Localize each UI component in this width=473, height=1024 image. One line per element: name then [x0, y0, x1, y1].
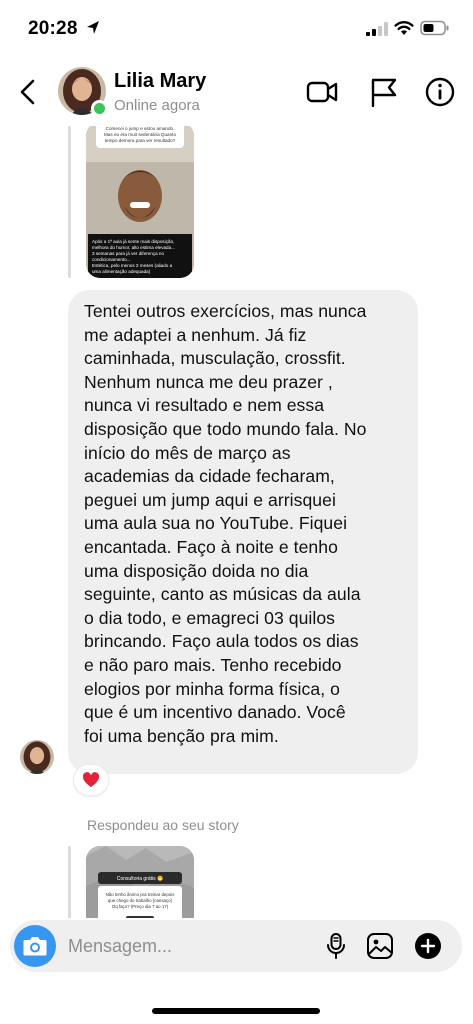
svg-text:Oq faço? (Preço dia 7 ao 17): Oq faço? (Preço dia 7 ao 17) [112, 904, 169, 909]
cellular-signal-icon [366, 22, 388, 36]
story-thumbnail[interactable]: Comecei o jump e estou amando. Mas eu er… [86, 126, 194, 278]
contact-name[interactable]: Lilia Mary [114, 70, 206, 93]
wifi-icon [394, 21, 414, 35]
info-icon[interactable] [424, 76, 456, 108]
back-icon[interactable] [18, 78, 38, 106]
camera-button[interactable] [14, 925, 56, 967]
location-arrow-icon [87, 21, 99, 34]
message-composer [10, 920, 462, 972]
reply-line [68, 846, 71, 918]
video-call-icon[interactable] [306, 76, 338, 108]
svg-text:Consultoria grátis 😁: Consultoria grátis 😁 [117, 875, 164, 882]
heart-icon [82, 772, 100, 787]
add-icon[interactable] [414, 932, 442, 960]
microphone-icon[interactable] [322, 932, 350, 960]
svg-text:que chego do trabalho (cansaço: que chego do trabalho (cansaço) [108, 898, 173, 903]
svg-text:Estética, pelo menos 3 meses (: Estética, pelo menos 3 meses (aliado a [92, 263, 173, 268]
reaction-badge[interactable] [73, 764, 109, 796]
svg-text:3 semanas para já ver diferenç: 3 semanas para já ver diferença no [92, 251, 164, 256]
camera-icon [23, 937, 47, 956]
replied-to-story-label: Respondeu ao seu story [87, 817, 239, 833]
sender-avatar[interactable] [20, 740, 54, 774]
battery-icon [420, 20, 449, 36]
svg-text:Não tenho ânimo pra treinar de: Não tenho ânimo pra treinar depois [106, 892, 176, 897]
message-text: Tentei outros exercícios, mas nunca me a… [84, 301, 367, 746]
status-time: 20:28 [28, 18, 78, 39]
gallery-icon[interactable] [366, 932, 394, 960]
home-indicator [152, 1008, 320, 1014]
svg-text:uma alimentação adequada): uma alimentação adequada) [92, 269, 151, 274]
message-input[interactable] [68, 934, 268, 958]
story-thumbnail[interactable]: Consultoria grátis 😁 Não tenho ânimo pra… [86, 846, 194, 918]
reply-line [68, 126, 71, 278]
svg-text:Mas eu era muit sedentária Qua: Mas eu era muit sedentária Quanto [104, 132, 176, 137]
svg-text:tempo demora para ver resultad: tempo demora para ver resultado? [105, 138, 176, 143]
svg-text:Após a 1ª aula já sente mais d: Após a 1ª aula já sente mais disposição, [92, 239, 174, 244]
svg-text:condicionamento...: condicionamento... [92, 257, 131, 262]
status-bar: 20:28 [0, 0, 473, 56]
chat-header: Lilia Mary Online agora [0, 56, 473, 126]
svg-text:Comecei o jump e estou amando.: Comecei o jump e estou amando. [106, 126, 175, 131]
flag-icon[interactable] [368, 76, 400, 108]
online-indicator [91, 100, 108, 117]
contact-avatar[interactable] [58, 67, 108, 117]
contact-status: Online agora [114, 97, 200, 114]
message-bubble[interactable]: Tentei outros exercícios, mas nunca me a… [68, 290, 418, 774]
svg-text:melhora do humor, alto estima: melhora do humor, alto estima elevada... [92, 245, 175, 250]
chat-thread[interactable]: Comecei o jump e estou amando. Mas eu er… [0, 126, 473, 918]
